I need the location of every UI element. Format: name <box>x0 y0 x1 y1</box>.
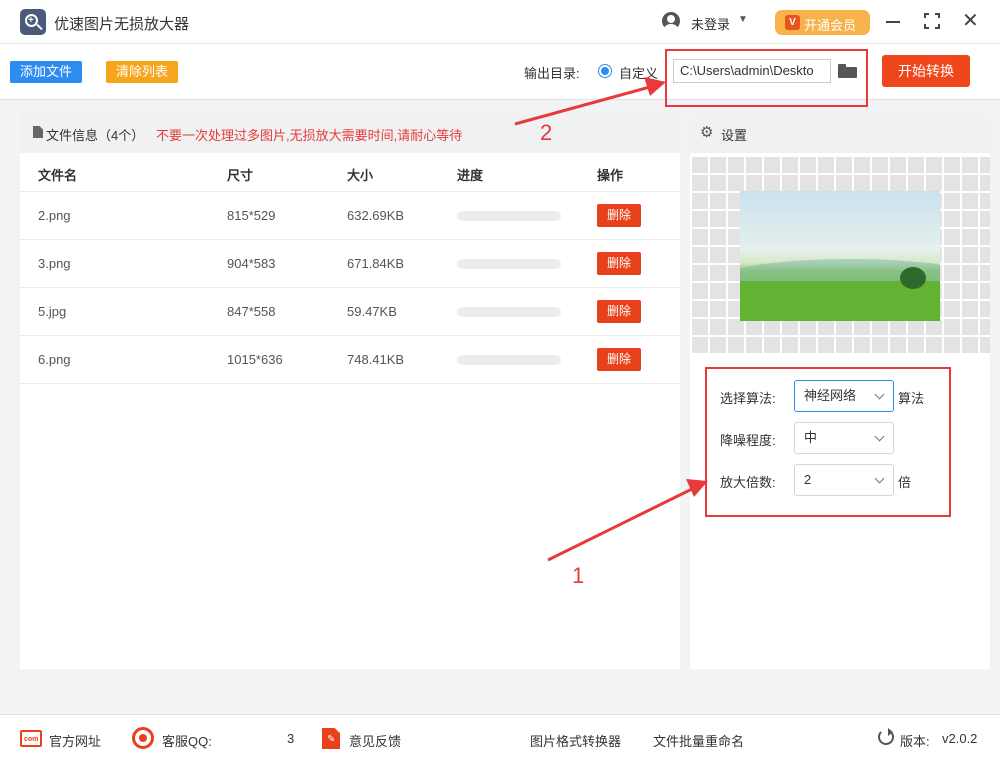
progress-bar <box>457 259 561 269</box>
file-dimensions: 815*529 <box>227 208 276 223</box>
file-size: 671.84KB <box>347 256 405 271</box>
table-row: 5.jpg 847*558 59.47KB 删除 <box>20 287 680 335</box>
version-value: v2.0.2 <box>942 731 978 746</box>
progress-bar <box>457 355 561 365</box>
delete-button[interactable]: 删除 <box>597 348 641 371</box>
maximize-icon[interactable] <box>924 13 940 29</box>
output-dir-label: 输出目录: <box>524 66 580 81</box>
qq-number-redacted <box>213 734 288 748</box>
qq-label[interactable]: 客服QQ: <box>162 731 212 750</box>
clear-list-button[interactable]: 清除列表 <box>106 61 178 83</box>
website-icon[interactable]: com <box>20 730 42 747</box>
delete-button[interactable]: 删除 <box>597 204 641 227</box>
file-panel-header: 文件信息（4个） 不要一次处理过多图片,无损放大需要时间,请耐心等待 <box>20 113 680 153</box>
file-size: 748.41KB <box>347 352 405 367</box>
column-header-action: 操作 <box>597 168 624 183</box>
file-name: 3.png <box>38 256 71 271</box>
feedback-icon[interactable]: ✎ <box>322 728 340 749</box>
app-logo-icon: + <box>20 9 46 35</box>
close-icon[interactable]: ✕ <box>962 9 979 33</box>
login-status[interactable]: 未登录 <box>691 14 730 33</box>
version-label: 版本: <box>900 734 930 749</box>
delete-button[interactable]: 删除 <box>597 300 641 323</box>
refresh-icon[interactable] <box>878 728 894 745</box>
minimize-icon[interactable] <box>886 21 900 23</box>
website-icon-text: com <box>24 736 39 743</box>
progress-bar <box>457 307 561 317</box>
column-header-filesize: 大小 <box>347 168 374 183</box>
caret-down-icon[interactable]: ▼ <box>738 14 748 25</box>
start-convert-button[interactable]: 开始转换 <box>882 55 970 87</box>
table-row: 3.png 904*583 671.84KB 删除 <box>20 239 680 287</box>
file-dimensions: 847*558 <box>227 304 276 319</box>
customer-service-icon[interactable] <box>132 727 154 749</box>
file-size: 59.47KB <box>347 304 397 319</box>
website-link[interactable]: 官方网址 <box>49 731 101 750</box>
qq-number-partial: 3 <box>287 731 295 746</box>
vip-icon: V <box>785 15 800 30</box>
add-files-button[interactable]: 添加文件 <box>10 61 82 83</box>
table-divider <box>20 383 680 384</box>
gear-icon: ⚙ <box>700 124 714 141</box>
annotation-number-1: 1 <box>572 563 585 588</box>
vip-label: 开通会员 <box>804 18 857 33</box>
settings-title: 设置 <box>721 128 748 143</box>
delete-button[interactable]: 删除 <box>597 252 641 275</box>
document-icon <box>33 126 43 138</box>
file-dimensions: 1015*636 <box>227 352 283 367</box>
footer: com 官方网址 客服QQ: 3 ✎ 意见反馈 图片格式转换器 文件批量重命名 … <box>0 714 1000 760</box>
table-row: 6.png 1015*636 748.41KB 删除 <box>20 335 680 383</box>
preview-image <box>740 191 940 321</box>
format-converter-link[interactable]: 图片格式转换器 <box>530 731 621 750</box>
annotation-number-2: 2 <box>540 120 553 145</box>
custom-dir-radio[interactable] <box>598 64 612 78</box>
annotation-highlight-output-path <box>665 49 868 107</box>
custom-dir-label[interactable]: 自定义 <box>619 63 658 82</box>
app-title: 优速图片无损放大器 <box>54 16 190 33</box>
file-warning-text: 不要一次处理过多图片,无损放大需要时间,请耐心等待 <box>156 128 463 143</box>
file-name: 2.png <box>38 208 71 223</box>
file-dimensions: 904*583 <box>227 256 276 271</box>
user-icon[interactable] <box>662 12 680 30</box>
file-name: 5.jpg <box>38 304 67 319</box>
file-info-title: 文件信息（4个） <box>46 128 145 143</box>
table-row: 2.png 815*529 632.69KB 删除 <box>20 191 680 239</box>
column-header-progress: 进度 <box>457 168 484 183</box>
settings-header: ⚙ 设置 <box>690 113 990 153</box>
annotation-highlight-settings <box>705 367 951 517</box>
title-bar: + 优速图片无损放大器 未登录 ▼ V 开通会员 ✕ <box>0 0 1000 44</box>
column-header-dimensions: 尺寸 <box>227 168 254 183</box>
feedback-link[interactable]: 意见反馈 <box>349 731 401 750</box>
progress-bar <box>457 211 561 221</box>
file-name: 6.png <box>38 352 71 367</box>
batch-rename-link[interactable]: 文件批量重命名 <box>653 731 744 750</box>
file-size: 632.69KB <box>347 208 405 223</box>
column-header-name: 文件名 <box>38 168 78 183</box>
vip-button[interactable]: V 开通会员 <box>775 10 870 35</box>
